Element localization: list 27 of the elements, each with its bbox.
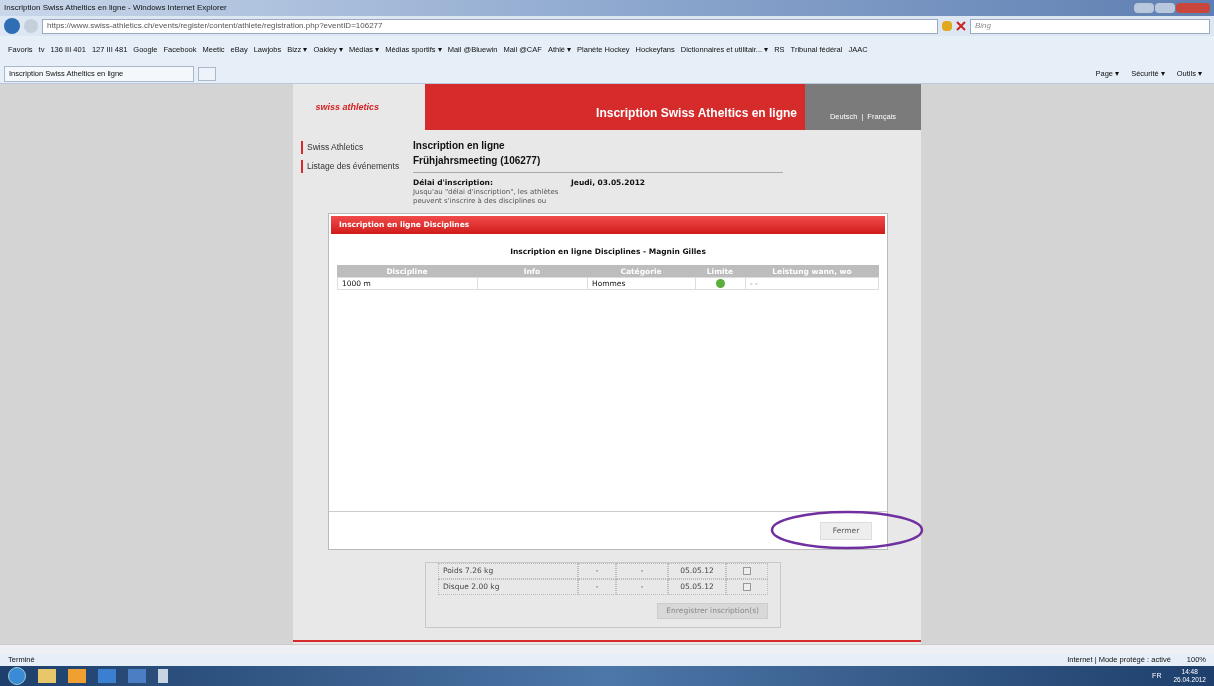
close-button[interactable] <box>1176 3 1210 13</box>
start-button[interactable] <box>8 667 26 685</box>
maximize-button[interactable] <box>1155 3 1175 13</box>
nav-link[interactable]: Swiss Athletics <box>301 141 413 154</box>
mail-icon[interactable] <box>68 669 86 683</box>
checkbox[interactable] <box>743 567 751 575</box>
document-icon[interactable] <box>128 669 146 683</box>
banner-title: Inscription Swiss Atheltics en ligne <box>596 105 797 122</box>
calculator-icon[interactable] <box>158 669 168 683</box>
stop-icon[interactable] <box>956 21 966 31</box>
search-field[interactable]: Bing <box>970 18 1210 34</box>
minimize-button[interactable] <box>1134 3 1154 13</box>
search-input[interactable]: Bing <box>975 20 1205 32</box>
event-name: Frühjahrsmeeting (106277) <box>413 154 542 168</box>
lock-icon <box>942 21 952 31</box>
browser-icon[interactable] <box>98 669 116 683</box>
page-heading: Inscription en ligne <box>413 139 506 153</box>
back-button[interactable] <box>4 18 20 34</box>
scrollbar[interactable] <box>0 644 1214 654</box>
logo: swiss athletics <box>314 102 379 112</box>
window-title: Inscription Swiss Atheltics en ligne - Windows Internet Explorer <box>4 4 227 12</box>
folder-icon[interactable] <box>38 669 56 683</box>
forward-button[interactable] <box>24 19 38 33</box>
address-field[interactable]: https://www.swiss-athletics.ch/events/register/content/athlete/registration.php?eventID=106277 <box>42 18 938 34</box>
new-tab-button[interactable] <box>198 66 216 81</box>
nav-link[interactable]: Listage des événements <box>301 159 413 173</box>
checkbox[interactable] <box>743 583 751 591</box>
